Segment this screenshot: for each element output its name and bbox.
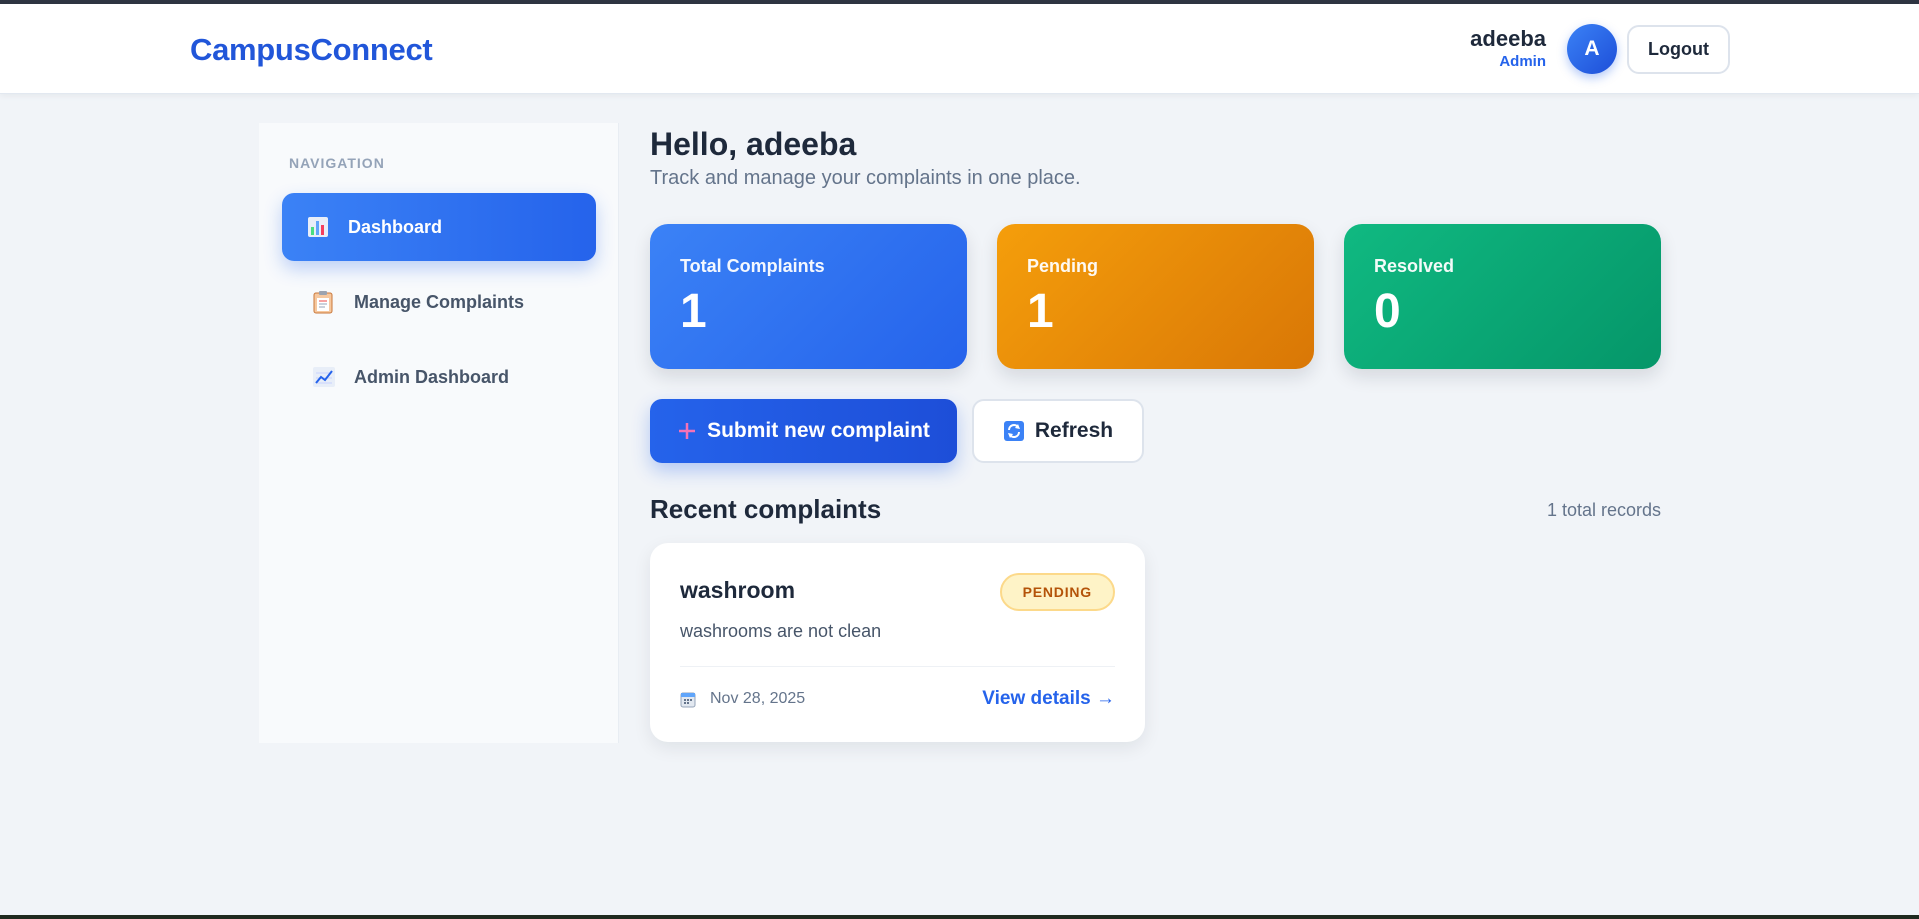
records-count: 1 total records — [1546, 500, 1661, 520]
sidebar-item-label: Dashboard — [348, 216, 443, 237]
sidebar-item-manage-complaints[interactable]: Manage Complaints — [282, 268, 596, 336]
view-details-link[interactable]: View details → — [982, 688, 1115, 710]
nav-heading: NAVIGATION — [289, 155, 385, 171]
recent-complaints-title: Recent complaints — [650, 494, 882, 524]
sidebar-item-dashboard[interactable]: Dashboard — [282, 193, 596, 261]
stat-value: 0 — [1374, 285, 1401, 338]
stat-value: 1 — [680, 285, 707, 338]
sidebar-item-label: Manage Complaints — [354, 291, 525, 312]
complaint-description: washrooms are not clean — [680, 621, 882, 641]
page-title: Hello, adeeba — [650, 126, 857, 162]
logout-button[interactable]: Logout — [1627, 25, 1730, 74]
clipboard-icon — [312, 290, 354, 314]
avatar[interactable]: A — [1567, 24, 1617, 74]
refresh-icon — [1003, 420, 1025, 442]
bar-chart-icon — [306, 215, 348, 239]
sidebar-item-admin-dashboard[interactable]: Admin Dashboard — [282, 343, 596, 411]
sidebar-item-label: Admin Dashboard — [354, 366, 510, 387]
stat-card-total: Total Complaints 1 — [650, 224, 967, 369]
submit-complaint-label: Submit new complaint — [707, 419, 930, 442]
stat-card-pending: Pending 1 — [997, 224, 1314, 369]
brand-logo[interactable]: CampusConnect — [190, 32, 433, 68]
line-chart-icon — [312, 365, 354, 389]
plus-icon — [677, 421, 697, 441]
complaint-date-text: Nov 28, 2025 — [710, 690, 806, 707]
complaint-date: Nov 28, 2025 — [680, 690, 805, 708]
divider — [680, 666, 1115, 667]
user-name: adeeba — [1470, 26, 1546, 51]
stat-card-resolved: Resolved 0 — [1344, 224, 1661, 369]
window-bottom-strip — [0, 915, 1919, 919]
refresh-label: Refresh — [1034, 419, 1114, 442]
stat-label: Pending — [1027, 256, 1098, 276]
status-badge: PENDING — [999, 573, 1115, 611]
user-info: adeeba Admin — [1470, 26, 1546, 72]
stat-value: 1 — [1027, 285, 1054, 338]
sidebar: NAVIGATION Dashboard Manage Complaints A… — [259, 123, 619, 743]
calendar-icon — [680, 691, 696, 708]
submit-complaint-button[interactable]: Submit new complaint — [650, 399, 957, 463]
stat-label: Total Complaints — [680, 256, 825, 276]
top-header: CampusConnect adeeba Admin A Logout — [0, 4, 1919, 94]
refresh-button[interactable]: Refresh — [972, 399, 1144, 463]
page-subtitle: Track and manage your complaints in one … — [650, 167, 1081, 189]
stat-label: Resolved — [1374, 256, 1455, 276]
user-role: Admin — [1499, 53, 1546, 70]
complaint-card[interactable]: washroom PENDING washrooms are not clean… — [650, 543, 1145, 742]
complaint-title: washroom — [680, 577, 796, 603]
